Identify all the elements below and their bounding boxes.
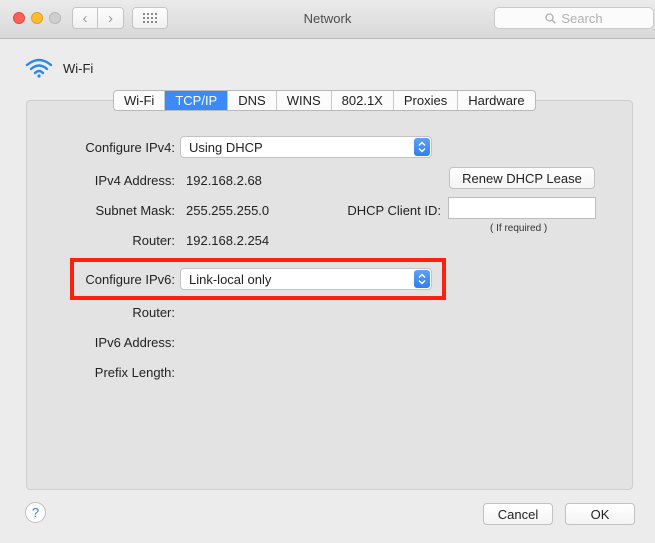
tab-dns[interactable]: DNS — [228, 91, 277, 110]
configure-ipv4-value: Using DHCP — [189, 139, 263, 155]
tab-proxies[interactable]: Proxies — [394, 91, 459, 110]
configure-ipv4-popup[interactable]: Using DHCP — [180, 136, 432, 158]
cancel-button[interactable]: Cancel — [483, 503, 553, 525]
ipv6-address-label: IPv6 Address: — [94, 335, 175, 350]
tab-bar: Wi-Fi TCP/IP DNS WINS 802.1X Proxies Har… — [113, 90, 536, 111]
prefix-length-label: Prefix Length: — [94, 365, 175, 380]
tab-wins[interactable]: WINS — [277, 91, 332, 110]
popup-arrows-icon — [414, 270, 430, 288]
title-bar: ‹ › Network Search — [0, 0, 655, 39]
tab-tcpip[interactable]: TCP/IP — [165, 91, 229, 110]
wifi-icon — [25, 58, 53, 78]
service-name: Wi-Fi — [63, 60, 94, 76]
configure-ipv6-value: Link-local only — [189, 271, 272, 287]
popup-arrows-icon — [414, 138, 430, 156]
search-icon — [545, 12, 557, 24]
subnet-mask-value: 255.255.255.0 — [186, 203, 270, 218]
service-header: Wi-Fi — [25, 58, 93, 78]
dhcp-client-id-label: DHCP Client ID: — [347, 203, 441, 218]
help-icon: ? — [31, 505, 40, 520]
tab-8021x[interactable]: 802.1X — [332, 91, 394, 110]
dhcp-client-id-hint: ( If required ) — [490, 223, 548, 234]
tab-wifi[interactable]: Wi-Fi — [114, 91, 166, 110]
ok-button[interactable]: OK — [565, 503, 635, 525]
renew-dhcp-lease-button[interactable]: Renew DHCP Lease — [449, 167, 595, 189]
configure-ipv6-label: Configure IPv6: — [85, 272, 175, 287]
router-value: 192.168.2.254 — [186, 233, 270, 248]
ipv4-address-value: 192.168.2.68 — [186, 173, 262, 188]
ipv6-router-label: Router: — [132, 305, 175, 320]
search-placeholder: Search — [561, 10, 603, 26]
router-label: Router: — [132, 233, 175, 248]
dhcp-client-id-field[interactable] — [448, 197, 596, 219]
configure-ipv6-popup[interactable]: Link-local only — [180, 268, 432, 290]
tab-hardware[interactable]: Hardware — [458, 91, 534, 110]
help-button[interactable]: ? — [25, 502, 46, 523]
configure-ipv4-label: Configure IPv4: — [85, 140, 175, 155]
search-field[interactable]: Search — [494, 7, 654, 29]
ipv4-address-label: IPv4 Address: — [94, 173, 175, 188]
subnet-mask-label: Subnet Mask: — [95, 203, 176, 218]
